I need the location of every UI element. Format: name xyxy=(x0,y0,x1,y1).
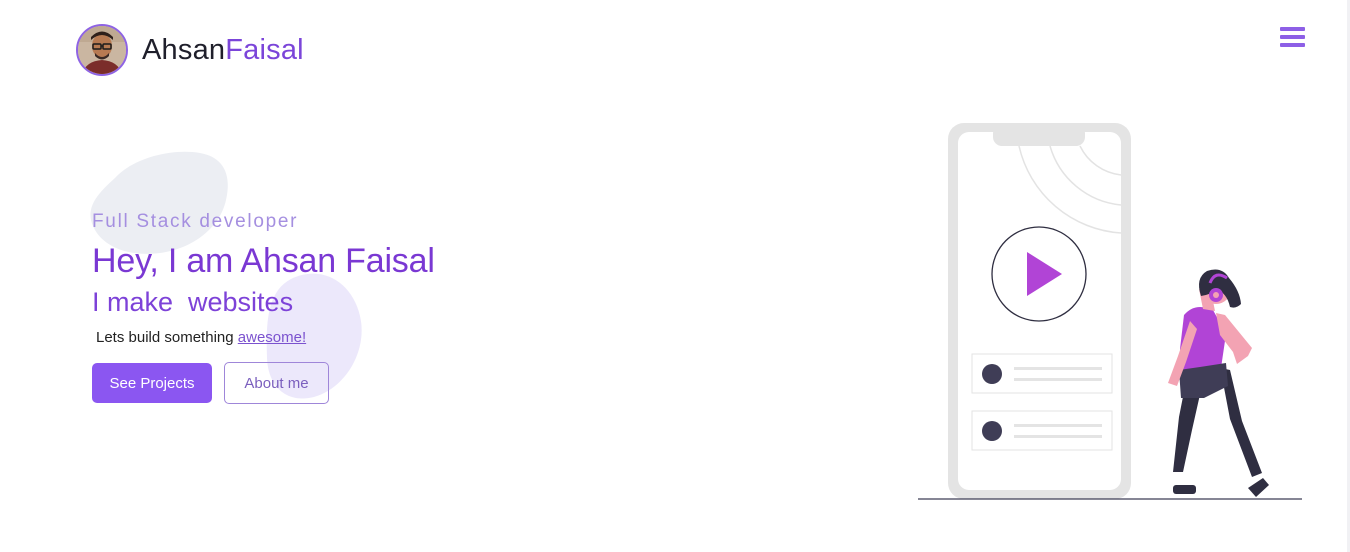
brand-name-first: Ahsan xyxy=(142,33,226,66)
avatar xyxy=(76,24,128,76)
awesome-link[interactable]: awesome! xyxy=(238,329,306,346)
hero-tagline: Lets build something awesome! xyxy=(96,329,306,346)
hero-subtitle: I make websites xyxy=(92,287,294,317)
hero-kicker: Full Stack developer xyxy=(92,211,299,232)
music-phone-illustration xyxy=(918,123,1302,500)
playlist-item xyxy=(971,353,1113,394)
about-me-button[interactable]: About me xyxy=(224,362,329,404)
brand-logo[interactable]: AhsanFaisal xyxy=(76,24,304,76)
brand-name-second: Faisal xyxy=(225,33,304,66)
tagline-text: Lets build something xyxy=(96,329,238,346)
brand-name: AhsanFaisal xyxy=(142,33,304,66)
avatar-photo xyxy=(78,26,126,74)
headphones-person xyxy=(1168,269,1269,497)
menu-line xyxy=(1280,35,1305,39)
page: AhsanFaisal Full Stack developer Hey, I … xyxy=(0,0,1350,552)
playlist-item xyxy=(971,410,1113,451)
menu-line xyxy=(1280,43,1305,47)
hamburger-menu-icon[interactable] xyxy=(1280,27,1306,49)
hero-title: Hey, I am Ahsan Faisal xyxy=(92,242,435,280)
see-projects-button[interactable]: See Projects xyxy=(92,363,212,403)
menu-line xyxy=(1280,27,1305,31)
